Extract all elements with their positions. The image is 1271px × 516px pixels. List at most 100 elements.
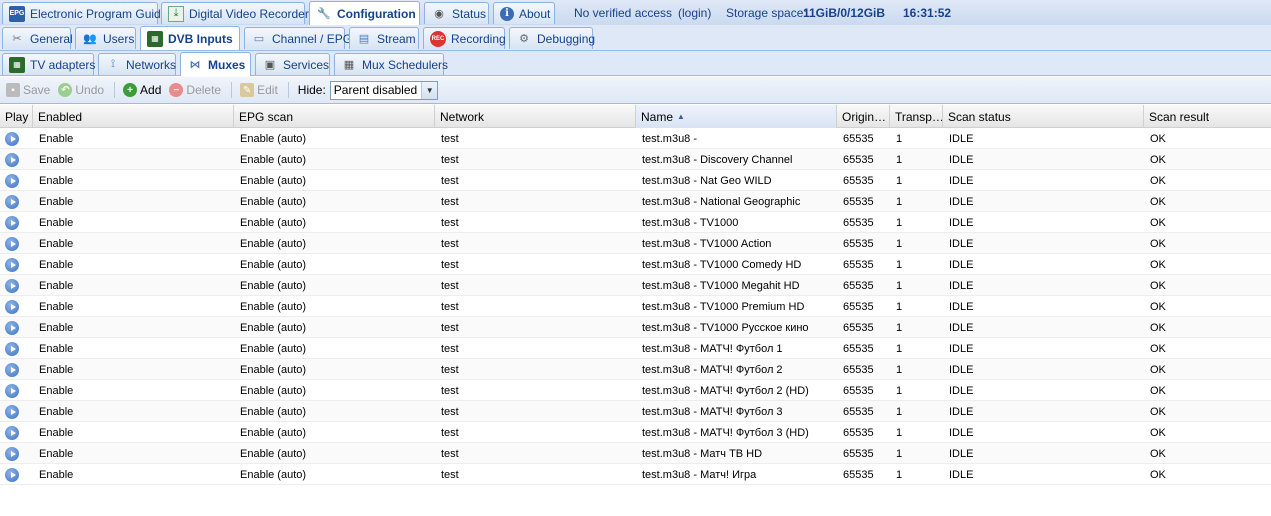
play-icon[interactable] <box>5 152 19 167</box>
save-button[interactable]: ▪ Save <box>3 80 53 100</box>
network-cell: test <box>441 279 459 292</box>
scan-status-cell: IDLE <box>949 258 974 271</box>
tab-stream[interactable]: ▤ Stream <box>349 27 419 49</box>
transport-cell: 1 <box>896 153 903 166</box>
play-icon[interactable] <box>5 257 19 272</box>
tab-users[interactable]: 👥 Users <box>75 27 136 49</box>
network-cell: test <box>441 300 459 313</box>
play-icon[interactable] <box>5 404 19 419</box>
tab-dvr[interactable]: ⤓ Digital Video Recorder <box>161 2 309 24</box>
play-icon[interactable] <box>5 362 19 377</box>
enabled-cell: Enable <box>39 258 74 271</box>
tab-services-label: Services <box>283 57 330 72</box>
table-row[interactable]: Enable Enable (auto) test test.m3u8 - Матч!… <box>0 464 1271 485</box>
col-origin[interactable]: Origin… <box>837 105 890 128</box>
table-row[interactable]: Enable Enable (auto) test test.m3u8 - Disco… <box>0 149 1271 170</box>
table-row[interactable]: Enable Enable (auto) test test.m3u8 - Nat G… <box>0 170 1271 191</box>
play-icon[interactable] <box>5 236 19 251</box>
scan-result-cell: OK <box>1150 237 1166 250</box>
play-icon[interactable] <box>5 446 19 461</box>
col-scan-result[interactable]: Scan result <box>1144 105 1271 128</box>
delete-button[interactable]: − Delete <box>166 80 224 100</box>
access-status: No verified access <box>574 5 673 20</box>
sort-ascending-icon: ▲ <box>677 112 685 121</box>
table-row[interactable]: Enable Enable (auto) test test.m3u8 - TV100… <box>0 275 1271 296</box>
chevron-down-icon[interactable]: ▼ <box>421 81 438 99</box>
tools-icon: ✂ <box>12 33 22 45</box>
play-icon[interactable] <box>5 320 19 335</box>
scan-result-cell: OK <box>1150 195 1166 208</box>
col-scan-status[interactable]: Scan status <box>943 105 1144 128</box>
tab-services[interactable]: ▣ Services <box>255 53 330 75</box>
table-row[interactable]: Enable Enable (auto) test test.m3u8 - МАТЧ!… <box>0 380 1271 401</box>
tab-status[interactable]: ◉ Status <box>424 2 489 24</box>
scan-status-cell: IDLE <box>949 237 974 250</box>
table-row[interactable]: Enable Enable (auto) test test.m3u8 - TV100… <box>0 296 1271 317</box>
edit-button[interactable]: ✎ Edit <box>237 80 281 100</box>
tab-configuration[interactable]: 🔧 Configuration <box>309 1 420 25</box>
add-button[interactable]: + Add <box>120 80 164 100</box>
play-icon[interactable] <box>5 173 19 188</box>
epg-scan-cell: Enable (auto) <box>240 132 307 145</box>
tab-networks[interactable]: ⟟ Networks <box>98 53 176 75</box>
name-cell: test.m3u8 - Матч! Игра <box>642 468 757 481</box>
tab-tv-adapters[interactable]: ▦ TV adapters <box>2 53 95 75</box>
login-link[interactable]: (login) <box>678 0 711 25</box>
table-row[interactable]: Enable Enable (auto) test test.m3u8 - МАТЧ!… <box>0 338 1271 359</box>
play-icon[interactable] <box>5 278 19 293</box>
name-cell: test.m3u8 - TV1000 Action <box>642 237 772 250</box>
table-row[interactable]: Enable Enable (auto) test test.m3u8 - Natio… <box>0 191 1271 212</box>
transport-cell: 1 <box>896 384 903 397</box>
table-row[interactable]: Enable Enable (auto) test test.m3u8 - Матч … <box>0 443 1271 464</box>
scan-status-cell: IDLE <box>949 174 974 187</box>
tab-debugging[interactable]: ⚙ Debugging <box>509 27 595 49</box>
play-icon[interactable] <box>5 299 19 314</box>
epg-scan-cell: Enable (auto) <box>240 426 307 439</box>
table-row[interactable]: Enable Enable (auto) test test.m3u8 - 65535 1… <box>0 128 1271 149</box>
tab-epg[interactable]: EPG Electronic Program Guide <box>2 2 167 24</box>
tab-recording[interactable]: REC Recording <box>423 27 506 49</box>
play-cell <box>0 191 33 212</box>
col-play[interactable]: Play <box>0 105 33 128</box>
scan-result-cell: OK <box>1150 321 1166 334</box>
table-row[interactable]: Enable Enable (auto) test test.m3u8 - TV100… <box>0 212 1271 233</box>
play-icon[interactable] <box>5 194 19 209</box>
tab-channel-epg[interactable]: ▭ Channel / EPG <box>244 27 352 49</box>
play-cell <box>0 401 33 422</box>
tab-about[interactable]: i About <box>493 2 555 24</box>
play-icon[interactable] <box>5 425 19 440</box>
hide-select[interactable]: Parent disabled ▼ <box>329 80 439 100</box>
col-network[interactable]: Network <box>435 105 636 128</box>
tab-dvb-inputs[interactable]: ▦ DVB Inputs <box>140 26 240 50</box>
play-icon[interactable] <box>5 341 19 356</box>
tab-general[interactable]: ✂ General <box>2 27 73 49</box>
play-icon[interactable] <box>5 131 19 146</box>
col-name[interactable]: Name ▲ <box>636 105 837 128</box>
table-row[interactable]: Enable Enable (auto) test test.m3u8 - TV100… <box>0 254 1271 275</box>
table-row[interactable]: Enable Enable (auto) test test.m3u8 - TV100… <box>0 317 1271 338</box>
table-row[interactable]: Enable Enable (auto) test test.m3u8 - МАТЧ!… <box>0 359 1271 380</box>
table-row[interactable]: Enable Enable (auto) test test.m3u8 - МАТЧ!… <box>0 422 1271 443</box>
clock: 16:31:52 <box>903 5 952 20</box>
table-row[interactable]: Enable Enable (auto) test test.m3u8 - TV100… <box>0 233 1271 254</box>
tab-mux-schedulers[interactable]: ▦ Mux Schedulers <box>334 53 448 75</box>
play-cell <box>0 170 33 191</box>
scan-result-cell: OK <box>1150 132 1166 145</box>
enabled-cell: Enable <box>39 300 74 313</box>
table-row[interactable]: Enable Enable (auto) test test.m3u8 - МАТЧ!… <box>0 401 1271 422</box>
users-icon: 👥 <box>83 33 97 45</box>
col-transport[interactable]: Transp… <box>890 105 943 128</box>
play-icon[interactable] <box>5 467 19 482</box>
origin-cell: 65535 <box>843 447 874 460</box>
scan-status-cell: IDLE <box>949 132 974 145</box>
wrench-icon: 🔧 <box>317 8 331 20</box>
transport-cell: 1 <box>896 363 903 376</box>
play-icon[interactable] <box>5 215 19 230</box>
tab-muxes[interactable]: ⋈ Muxes <box>180 52 251 76</box>
enabled-cell: Enable <box>39 279 74 292</box>
col-epg-scan[interactable]: EPG scan <box>234 105 435 128</box>
network-cell: test <box>441 216 459 229</box>
play-icon[interactable] <box>5 383 19 398</box>
undo-button[interactable]: ↶ Undo <box>55 80 107 100</box>
col-enabled[interactable]: Enabled <box>33 105 234 128</box>
